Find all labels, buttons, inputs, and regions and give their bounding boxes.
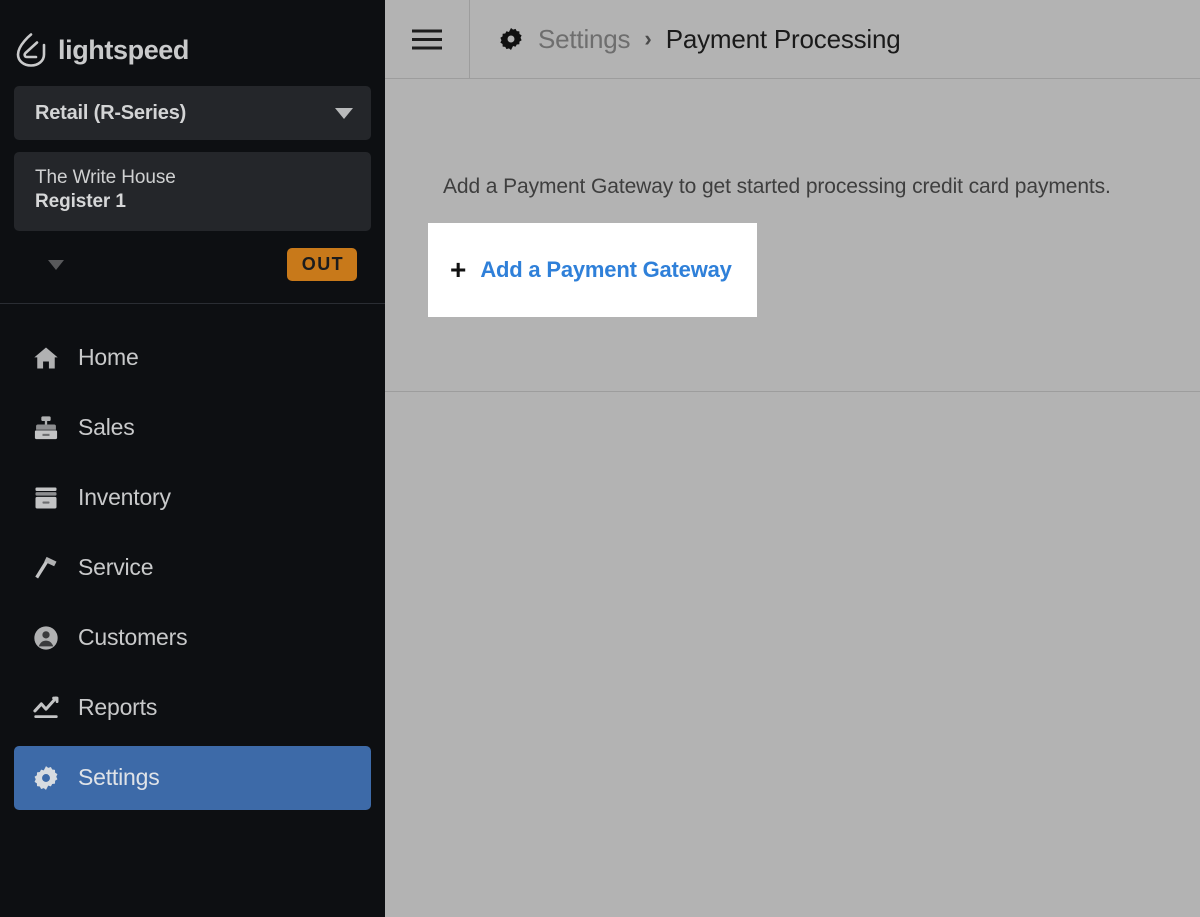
sidebar-item-label: Service: [78, 554, 154, 581]
sidebar-item-label: Customers: [78, 624, 188, 651]
inventory-box-icon: [32, 484, 60, 512]
sidebar-item-label: Sales: [78, 414, 135, 441]
sidebar-item-label: Home: [78, 344, 139, 371]
store-name: The Write House: [35, 167, 176, 188]
product-selector-label: Retail (R-Series): [35, 101, 187, 124]
breadcrumb-parent-link[interactable]: Settings: [538, 24, 631, 55]
app-window: lightspeed Retail (R-Series) The Write H…: [0, 0, 1200, 917]
section-divider: [385, 391, 1200, 392]
line-chart-icon: [32, 694, 60, 722]
sidebar: lightspeed Retail (R-Series) The Write H…: [0, 0, 385, 917]
hammer-icon: [32, 554, 60, 582]
cash-register-icon: [32, 414, 60, 442]
sidebar-item-label: Settings: [78, 764, 160, 791]
register-name: Register 1: [35, 191, 126, 213]
register-expand-chevron-down-icon[interactable]: [48, 259, 64, 270]
breadcrumb: Settings › Payment Processing: [470, 0, 901, 78]
page-title: Payment Processing: [665, 23, 901, 54]
user-circle-icon: [32, 624, 60, 652]
brand-name: lightspeed: [58, 34, 190, 65]
breadcrumb-separator-icon: ›: [644, 26, 652, 51]
sidebar-item-inventory[interactable]: Inventory: [14, 466, 371, 530]
plus-icon: +: [450, 254, 467, 285]
gear-icon: [498, 26, 524, 52]
sidebar-item-home[interactable]: Home: [14, 326, 371, 390]
hamburger-menu-icon: [412, 29, 442, 50]
main-content: Settings › Payment Processing Add a Paym…: [385, 0, 1200, 917]
add-payment-gateway-card[interactable]: + Add a Payment Gateway: [428, 223, 757, 317]
home-icon: [32, 344, 60, 372]
chevron-down-icon: [335, 107, 353, 119]
sidebar-item-reports[interactable]: Reports: [14, 676, 371, 740]
menu-toggle-button[interactable]: [385, 0, 470, 78]
brand-logo[interactable]: lightspeed: [0, 0, 385, 78]
gear-icon: [32, 764, 60, 792]
sidebar-item-label: Inventory: [78, 484, 171, 511]
register-actions: OUT: [0, 231, 385, 299]
add-payment-gateway-link[interactable]: Add a Payment Gateway: [480, 257, 732, 283]
empty-state-message: Add a Payment Gateway to get started pro…: [443, 175, 1111, 198]
lightspeed-flame-logo-icon: [16, 33, 46, 67]
sidebar-item-service[interactable]: Service: [14, 536, 371, 600]
sidebar-nav: Home Sales Inventory Service Customers R…: [0, 304, 385, 810]
register-card[interactable]: The Write House Register 1: [14, 152, 371, 231]
top-bar: Settings › Payment Processing: [385, 0, 1200, 79]
payment-processing-panel: Add a Payment Gateway to get started pro…: [385, 79, 1200, 392]
product-selector[interactable]: Retail (R-Series): [14, 86, 371, 140]
sidebar-item-label: Reports: [78, 694, 158, 721]
clock-out-status-badge[interactable]: OUT: [286, 248, 357, 282]
sidebar-item-customers[interactable]: Customers: [14, 606, 371, 670]
sidebar-item-settings[interactable]: Settings: [14, 745, 371, 810]
sidebar-item-sales[interactable]: Sales: [14, 396, 371, 460]
